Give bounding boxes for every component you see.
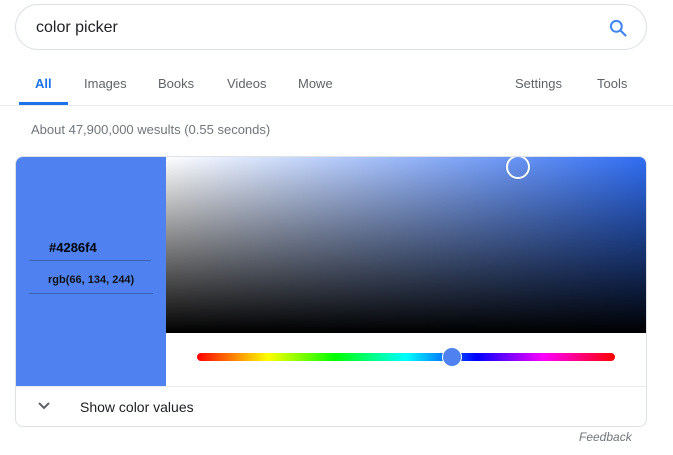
search-input[interactable] — [36, 17, 596, 39]
hex-value[interactable]: #4286f4 — [49, 240, 97, 255]
result-stats: About 47,900,000 wesults (0.55 seconds) — [31, 122, 271, 137]
sv-black-gradient — [166, 157, 646, 333]
tab-tools[interactable]: Tools — [597, 76, 627, 91]
rgb-value[interactable]: rgb(66, 134, 244) — [48, 274, 134, 286]
tab-more[interactable]: Mowe — [298, 76, 333, 91]
tabs-divider — [0, 105, 673, 106]
rgb-underline — [29, 293, 153, 294]
hue-slider[interactable] — [197, 353, 615, 361]
tab-settings[interactable]: Settings — [515, 76, 562, 91]
search-icon[interactable] — [608, 18, 628, 38]
feedback-link[interactable]: Feedback — [579, 430, 632, 444]
color-swatch: #4286f4 rgb(66, 134, 244) — [16, 157, 166, 386]
tab-books[interactable]: Books — [158, 76, 194, 91]
show-color-values-label: Show color values — [80, 399, 194, 415]
color-picker-card: #4286f4 rgb(66, 134, 244) Show color val… — [15, 156, 647, 427]
chevron-down-icon — [38, 402, 50, 410]
show-color-values-button[interactable]: Show color values — [16, 387, 646, 426]
tab-images[interactable]: Images — [84, 76, 127, 91]
hue-slider-handle[interactable] — [441, 347, 462, 367]
hex-underline — [29, 260, 151, 261]
saturation-value-handle[interactable] — [506, 157, 530, 179]
tab-all[interactable]: All — [35, 76, 52, 91]
search-box[interactable] — [15, 4, 647, 50]
tab-videos[interactable]: Videos — [227, 76, 267, 91]
saturation-value-area[interactable] — [166, 157, 646, 333]
